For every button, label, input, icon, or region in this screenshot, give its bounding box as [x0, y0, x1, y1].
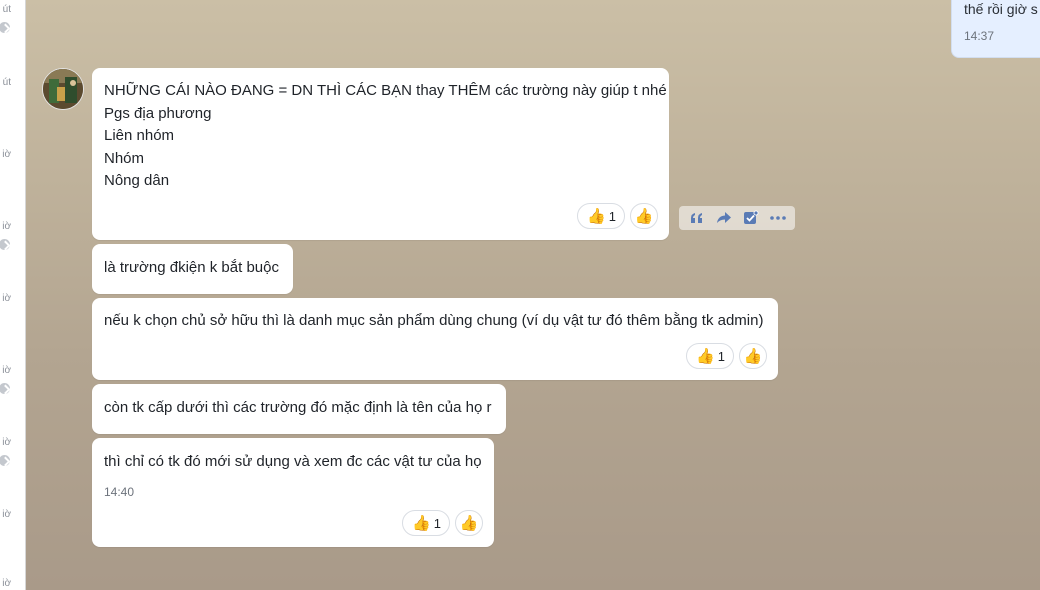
conversation-list-item[interactable]: iờ	[0, 437, 25, 466]
message-bubble[interactable]: nếu k chọn chủ sở hữu thì là danh mục sả…	[92, 298, 778, 380]
message-text: Nông dân	[104, 172, 170, 189]
conversation-list-item[interactable]: iờ	[0, 578, 25, 590]
conversation-list-item[interactable]: iờ	[0, 365, 25, 394]
reaction-count: 1	[717, 348, 725, 364]
message-action-toolbar	[679, 206, 795, 230]
message-text: thì chỉ có tk đó mới sử dụng và xem đc c…	[104, 453, 482, 470]
message-text: là trường đkiện k bắt buộc	[104, 259, 279, 276]
status-icon	[0, 239, 10, 250]
message-text: còn tk cấp dưới thì các trường đó mặc đị…	[104, 399, 492, 416]
message-text: Liên nhóm	[104, 127, 175, 144]
thumbs-up-icon: 👍	[634, 207, 654, 225]
avatar-image	[43, 69, 83, 109]
avatar[interactable]	[42, 68, 84, 110]
quote-icon[interactable]	[687, 208, 707, 228]
message-text: Pgs địa phương	[104, 104, 212, 122]
message-bubble[interactable]: còn tk cấp dưới thì các trường đó mặc đị…	[92, 384, 506, 434]
message-text: thế rồi giờ s	[964, 1, 1038, 17]
conversation-list-item[interactable]: iờ	[0, 509, 25, 521]
message-text: NHỮNG CÁI NÀO ĐANG = DN THÌ CÁC BẠN thay…	[104, 82, 667, 99]
more-icon[interactable]	[768, 208, 788, 228]
message-bubble[interactable]: là trường đkiện k bắt buộc	[92, 244, 293, 294]
add-reaction-button[interactable]: 👍	[455, 510, 483, 536]
status-icon	[0, 455, 10, 466]
message-bubble[interactable]: NHỮNG CÁI NÀO ĐANG = DN THÌ CÁC BẠN thay…	[92, 68, 669, 240]
message-text: Nhóm	[104, 149, 145, 167]
status-icon	[0, 383, 10, 394]
add-reaction-button[interactable]: 👍	[630, 203, 658, 229]
message-bubble[interactable]: thì chỉ có tk đó mới sử dụng và xem đc c…	[92, 438, 494, 547]
reaction-chip[interactable]: 👍 1	[686, 343, 734, 369]
conversation-list-item[interactable]: iờ	[0, 149, 25, 161]
thumbs-up-icon: 👍	[587, 207, 606, 225]
message-text: nếu k chọn chủ sở hữu thì là danh mục sả…	[104, 312, 764, 329]
thumbs-up-icon: 👍	[696, 347, 715, 365]
conversation-list-item[interactable]: iờ	[0, 221, 25, 250]
reaction-count: 1	[608, 208, 616, 224]
task-icon[interactable]	[741, 208, 761, 228]
message-time: 14:40	[104, 485, 135, 499]
conversation-list-strip: út út iờ iờ iờ iờ iờ iờ iờ	[0, 0, 26, 590]
thumbs-up-icon: 👍	[743, 347, 763, 365]
thumbs-up-icon: 👍	[412, 514, 431, 532]
reaction-chip[interactable]: 👍 1	[577, 203, 625, 229]
status-icon	[0, 22, 10, 33]
reaction-chip[interactable]: 👍 1	[402, 510, 450, 536]
conversation-list-item[interactable]: út	[0, 4, 25, 33]
conversation-list-item[interactable]: iờ	[0, 293, 25, 305]
message-time: 14:37	[964, 29, 995, 43]
add-reaction-button[interactable]: 👍	[739, 343, 767, 369]
thumbs-up-icon: 👍	[459, 514, 479, 532]
own-message-bubble[interactable]: thế rồi giờ s 14:37	[951, 0, 1040, 58]
reaction-count: 1	[433, 515, 441, 531]
forward-icon[interactable]	[714, 208, 734, 228]
conversation-list-item[interactable]: út	[0, 77, 25, 89]
